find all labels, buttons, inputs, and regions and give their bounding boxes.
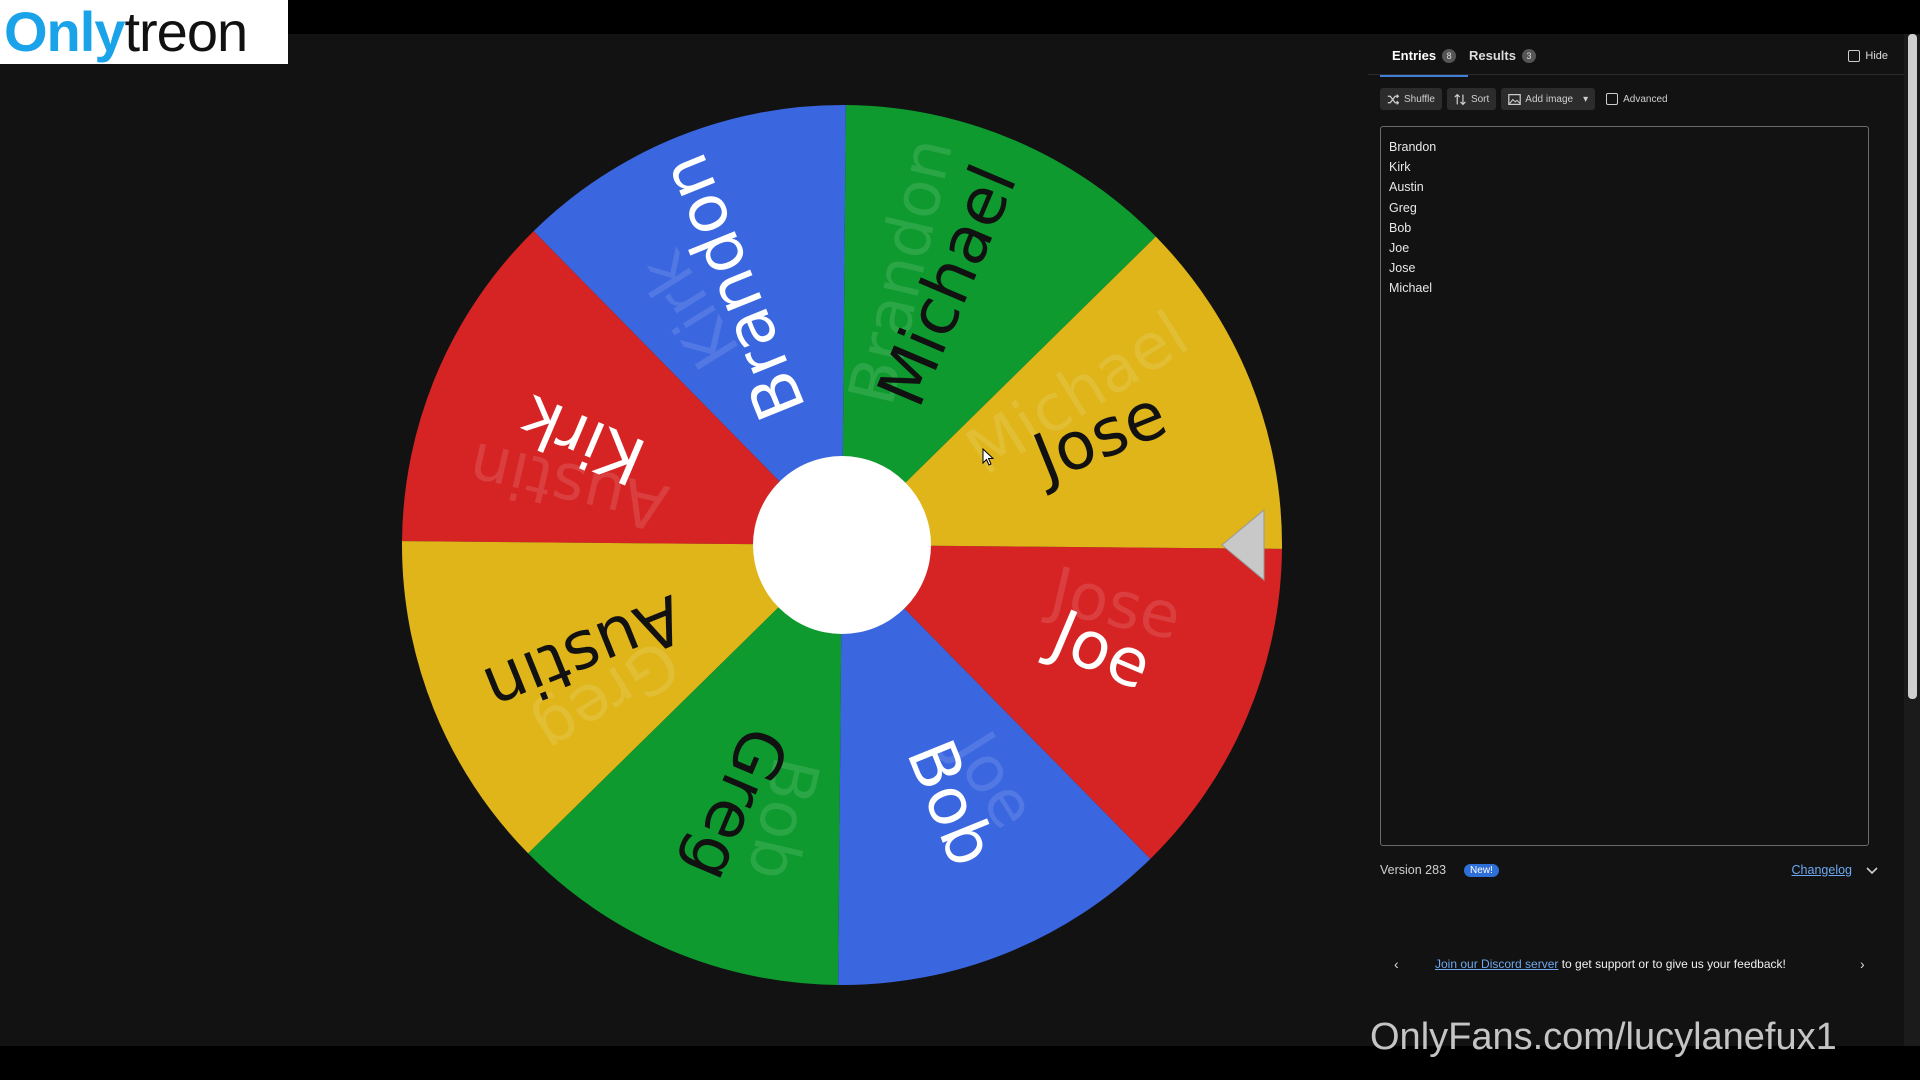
discord-message: Join our Discord server to get support o… <box>1435 957 1786 971</box>
next-arrow-icon[interactable]: › <box>1860 956 1865 972</box>
discord-banner: ‹ Join our Discord server to get support… <box>1380 954 1880 974</box>
sort-icon <box>1454 93 1466 105</box>
entry-line: Jose <box>1389 261 1416 276</box>
entry-line: Joe <box>1389 240 1410 255</box>
top-black-bar <box>0 0 1920 34</box>
add-image-label: Add image <box>1525 93 1574 105</box>
advanced-checkbox[interactable] <box>1606 93 1619 105</box>
chevron-down-icon[interactable] <box>1864 862 1880 878</box>
page-scrollbar[interactable] <box>1904 34 1920 1046</box>
logo-part-only: Only <box>4 0 125 63</box>
entry-line: Greg <box>1389 200 1417 215</box>
tab-entries-label: Entries <box>1392 48 1437 63</box>
hide-toggle[interactable]: Hide <box>1848 50 1888 62</box>
tab-results-label: Results <box>1469 48 1516 63</box>
advanced-label: Advanced <box>1623 93 1668 105</box>
dropdown-caret-icon: ▾ <box>1583 93 1589 105</box>
previous-arrow-icon[interactable]: ‹ <box>1394 956 1399 972</box>
changelog-link[interactable]: Changelog <box>1792 863 1852 877</box>
entry-line: Michael <box>1389 281 1433 296</box>
entries-toolbar: Shuffle Sort Add image ▾ Advanced <box>1380 86 1668 112</box>
logo: Only treon <box>0 0 288 64</box>
tab-entries-count: 8 <box>1442 48 1457 63</box>
version-text: Version 283 <box>1380 863 1447 877</box>
entry-line: Kirk <box>1389 160 1411 175</box>
entry-line: Bob <box>1389 220 1412 235</box>
shuffle-label: Shuffle <box>1404 93 1435 105</box>
tab-bar: Entries 8 Results 3 Hide <box>1368 34 1904 77</box>
side-panel: Entries 8 Results 3 Hide Shuffle Sort Ad… <box>1368 34 1904 1046</box>
new-badge: New! <box>1464 863 1499 877</box>
advanced-toggle[interactable]: Advanced <box>1606 93 1668 105</box>
entry-line: Brandon <box>1389 140 1437 154</box>
add-image-button[interactable]: Add image ▾ <box>1501 88 1596 110</box>
tab-results-count: 3 <box>1521 48 1536 63</box>
scrollbar-thumb[interactable] <box>1908 34 1917 699</box>
tab-results[interactable]: Results 3 <box>1469 48 1536 75</box>
discord-rest-text: to get support or to give us your feedba… <box>1558 957 1786 971</box>
sort-button[interactable]: Sort <box>1446 88 1497 110</box>
shuffle-icon <box>1387 93 1400 105</box>
watermark-text: OnlyFans.com/lucylanefux1 <box>1370 1016 1837 1058</box>
mouse-cursor-icon <box>982 448 995 466</box>
wheel-hub[interactable] <box>753 456 931 634</box>
hide-label: Hide <box>1865 50 1888 62</box>
image-icon <box>1508 93 1522 105</box>
sort-label: Sort <box>1470 93 1490 105</box>
entries-textarea[interactable]: Brandon Kirk Austin Greg Bob Joe Jose Mi… <box>1380 126 1869 846</box>
spin-wheel[interactable]: BrandonMichaelKirkBrandonAustinKirkGregA… <box>0 34 1368 1046</box>
discord-link[interactable]: Join our Discord server <box>1435 957 1558 971</box>
entry-line: Austin <box>1389 180 1424 195</box>
version-row: Version 283 New! Changelog <box>1380 860 1880 880</box>
tab-entries[interactable]: Entries 8 <box>1380 48 1469 77</box>
logo-part-treon: treon <box>124 0 248 63</box>
hide-checkbox[interactable] <box>1848 50 1861 62</box>
shuffle-button[interactable]: Shuffle <box>1380 88 1442 110</box>
